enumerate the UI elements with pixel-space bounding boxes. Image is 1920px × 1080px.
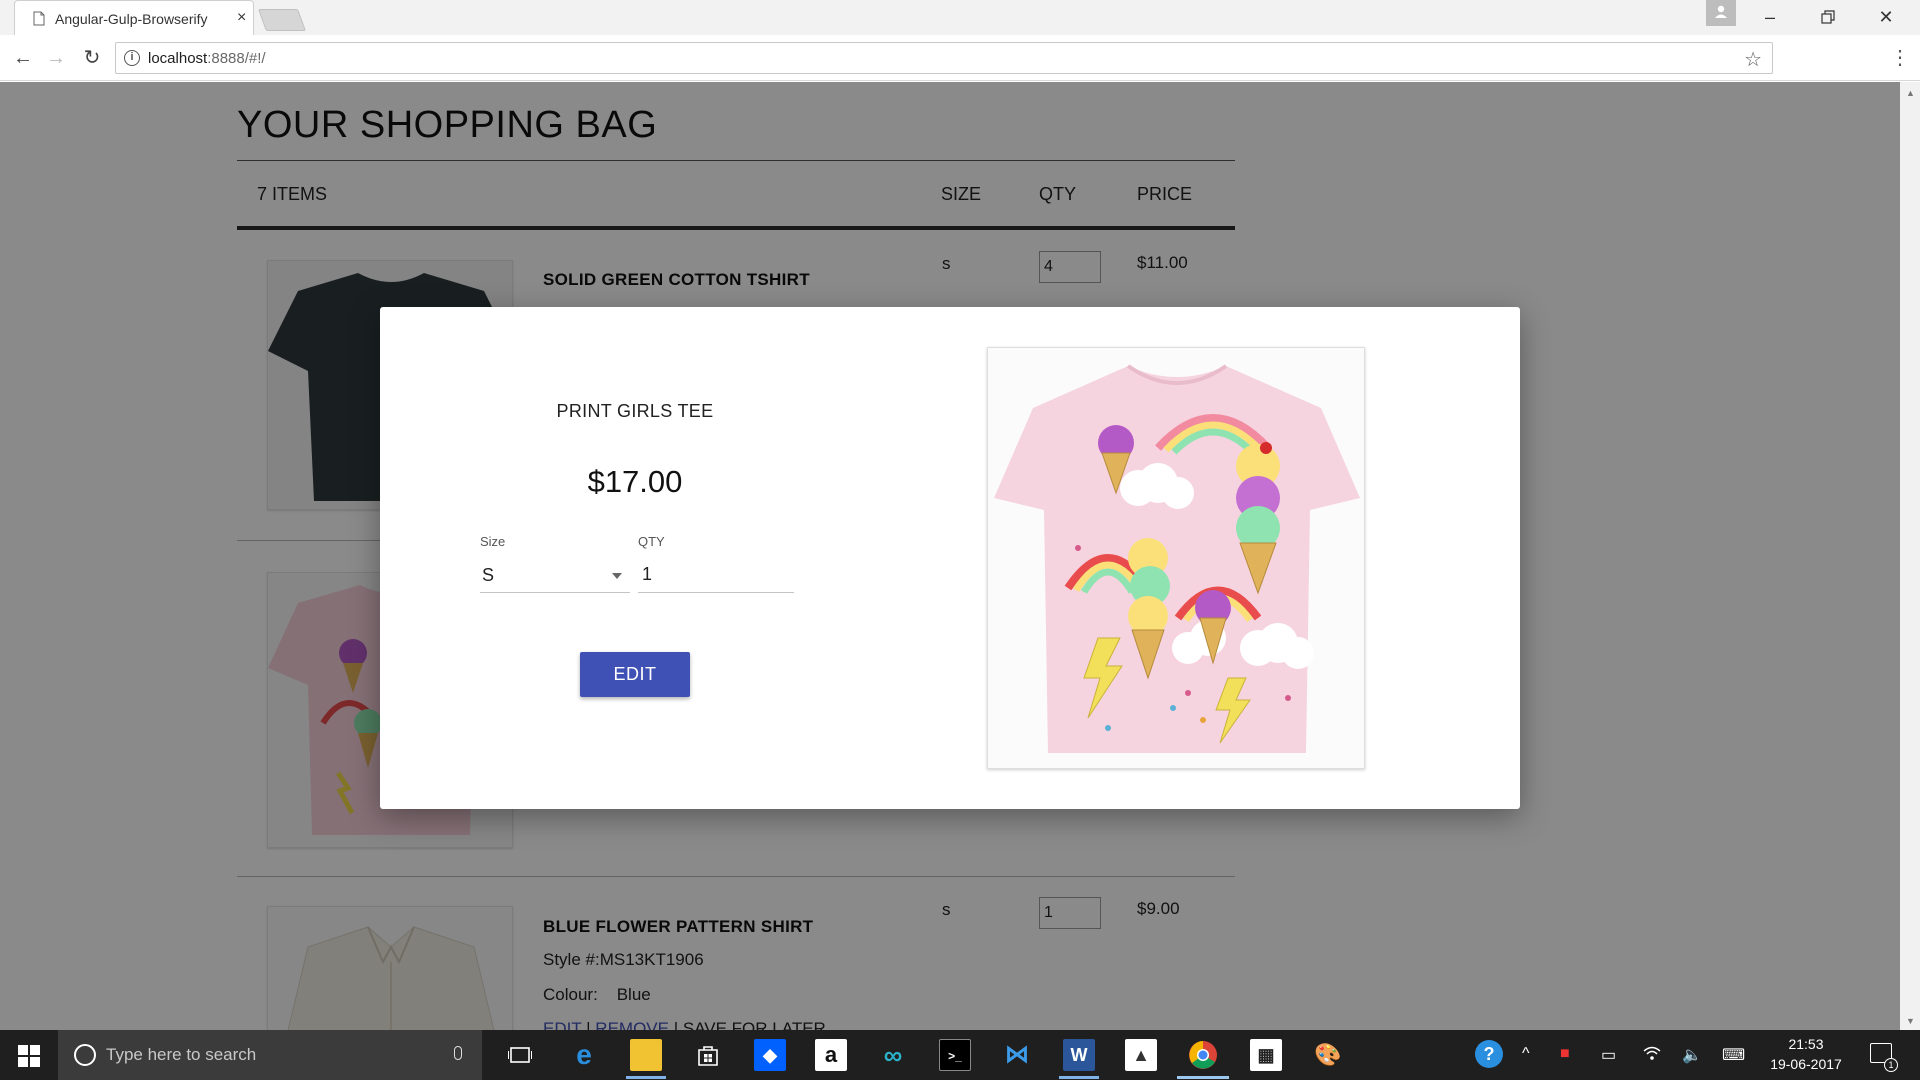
restore-icon <box>1821 10 1835 24</box>
photos-icon[interactable]: ▲ <box>1125 1039 1157 1071</box>
file-explorer-icon[interactable] <box>630 1039 662 1071</box>
url-text: localhost:8888/#!/ <box>148 50 266 67</box>
amazon-icon[interactable]: a <box>815 1039 847 1071</box>
active-app-indicator <box>626 1076 666 1079</box>
help-icon[interactable]: ? <box>1475 1040 1503 1068</box>
qty-label: QTY <box>638 534 665 549</box>
search-placeholder: Type here to search <box>106 1045 257 1064</box>
scroll-up-arrow-icon[interactable]: ▲ <box>1906 88 1915 98</box>
browser-menu-icon[interactable]: ⋮ <box>1890 45 1910 71</box>
paint-icon[interactable]: 🎨 <box>1312 1039 1344 1071</box>
product-image <box>987 347 1365 769</box>
scroll-down-arrow-icon[interactable]: ▼ <box>1906 1016 1915 1026</box>
size-label: Size <box>480 534 506 549</box>
person-icon <box>1715 5 1727 18</box>
calculator-icon[interactable]: ▦ <box>1250 1039 1282 1071</box>
show-hidden-icons-icon[interactable]: ^ <box>1522 1045 1530 1063</box>
close-window-button[interactable]: ✕ <box>1866 4 1906 30</box>
size-select[interactable]: S <box>480 557 630 593</box>
volume-icon[interactable]: 🔈 <box>1682 1045 1702 1065</box>
browser-tab-strip: Angular-Gulp-Browserify × – ✕ <box>0 0 1920 35</box>
browser-tab[interactable]: Angular-Gulp-Browserify × <box>14 0 254 35</box>
microphone-icon[interactable] <box>454 1046 462 1060</box>
size-select-value: S <box>482 565 495 585</box>
page-icon <box>33 11 45 26</box>
info-icon[interactable]: i <box>124 50 140 66</box>
cortana-icon <box>74 1044 96 1066</box>
battery-icon[interactable]: ▭ <box>1601 1045 1616 1065</box>
taskbar: Type here to search e ◆ a ∞ >_ ⋈ W ▲ ▦ 🎨… <box>0 1030 1920 1080</box>
clock-date[interactable]: 19-06-2017 <box>1766 1056 1846 1072</box>
profile-button[interactable] <box>1706 0 1736 26</box>
wifi-icon[interactable] <box>1642 1045 1662 1066</box>
edit-button[interactable]: EDIT <box>580 652 690 697</box>
terminal-icon[interactable]: >_ <box>939 1039 971 1071</box>
keyboard-icon[interactable]: ⌨ <box>1722 1045 1745 1065</box>
page-scrollbar[interactable]: ▲ ▼ <box>1900 82 1920 1030</box>
modal-product-name: PRINT GIRLS TEE <box>556 401 714 421</box>
dropdown-caret-icon <box>612 573 622 579</box>
modal-product-price: $17.00 <box>587 464 683 499</box>
vscode-icon[interactable]: ⋈ <box>1001 1039 1033 1071</box>
word-icon[interactable]: W <box>1063 1039 1095 1071</box>
address-bar[interactable]: i localhost:8888/#!/ ☆ <box>115 42 1773 74</box>
clock-time[interactable]: 21:53 <box>1773 1036 1839 1052</box>
task-view-icon[interactable] <box>504 1039 536 1071</box>
notification-count: 1 <box>1884 1058 1898 1072</box>
page-content: YOUR SHOPPING BAG 7 ITEMS SIZE QTY PRICE… <box>0 82 1900 1030</box>
minimize-button[interactable]: – <box>1750 4 1790 30</box>
qty-input[interactable]: 1 <box>638 557 794 593</box>
bookmark-star-icon[interactable]: ☆ <box>1744 47 1762 72</box>
taskbar-search[interactable]: Type here to search <box>58 1030 482 1080</box>
forward-button[interactable]: → <box>43 45 69 71</box>
restore-button[interactable] <box>1808 4 1848 30</box>
windows-start-icon[interactable] <box>18 1045 40 1067</box>
new-tab-button[interactable] <box>257 9 307 31</box>
active-app-indicator <box>1059 1076 1099 1079</box>
reload-button[interactable]: ↻ <box>79 45 105 71</box>
store-icon[interactable] <box>692 1039 724 1071</box>
tab-close-icon[interactable]: × <box>237 9 246 27</box>
active-app-indicator <box>1177 1076 1229 1079</box>
arduino-icon[interactable]: ∞ <box>877 1039 909 1071</box>
tab-title: Angular-Gulp-Browserify <box>55 11 208 27</box>
notification-badge-icon[interactable]: ■ <box>1560 1045 1570 1063</box>
edit-item-dialog: PRINT GIRLS TEE $17.00 Size QTY S 1 EDIT <box>380 307 1520 809</box>
browser-toolbar: ← → ↻ i localhost:8888/#!/ ☆ ⋮ <box>0 35 1920 81</box>
dropbox-icon[interactable]: ◆ <box>754 1039 786 1071</box>
back-button[interactable]: ← <box>10 45 36 71</box>
chrome-icon[interactable] <box>1187 1039 1219 1071</box>
edge-browser-icon[interactable]: e <box>568 1039 600 1071</box>
